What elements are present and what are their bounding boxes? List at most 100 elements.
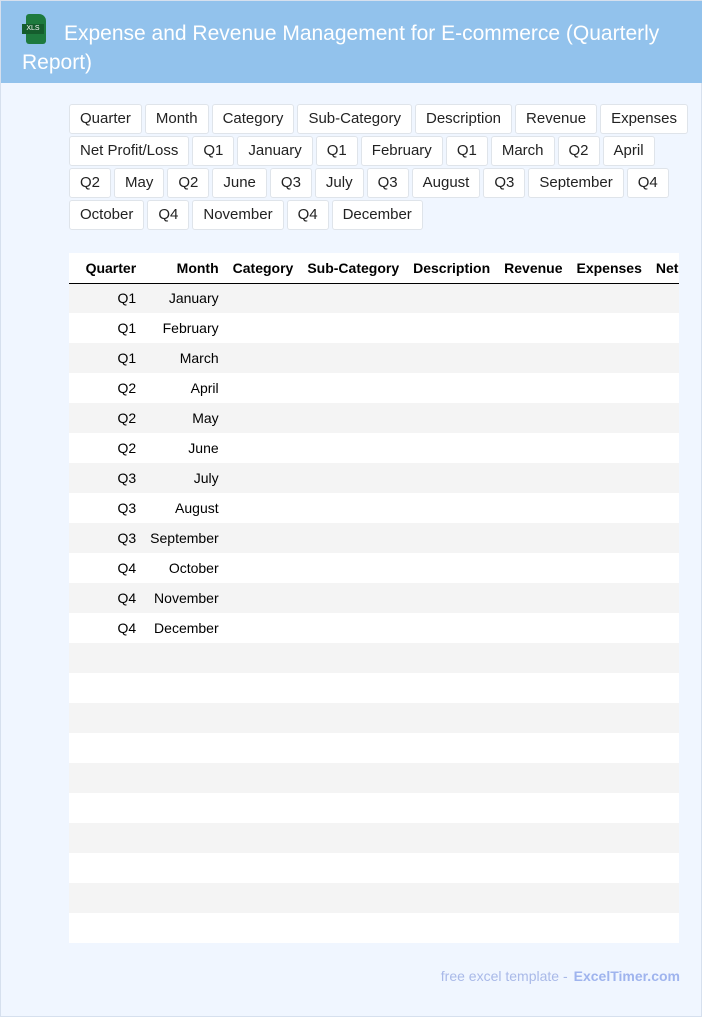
column-header[interactable]: Quarter xyxy=(69,253,144,284)
page-title: Expense and Revenue Management for E-com… xyxy=(22,22,660,74)
tag[interactable]: Expenses xyxy=(600,104,688,134)
xls-file-icon: XLS xyxy=(22,14,46,44)
tag[interactable]: Sub-Category xyxy=(297,104,412,134)
table-cell xyxy=(649,433,679,463)
footer-brand-link[interactable]: ExcelTimer.com xyxy=(574,968,680,984)
table-cell xyxy=(226,553,301,583)
tag[interactable]: April xyxy=(602,136,655,166)
table-cell: Q4 xyxy=(117,590,137,606)
table-cell xyxy=(300,493,406,523)
table-cell xyxy=(497,523,569,553)
data-table-scroll[interactable]: Quarter Month Category Sub-Category Descript… xyxy=(69,253,679,943)
table-cell xyxy=(406,343,497,373)
tag[interactable]: Q1 xyxy=(315,136,358,166)
table-cell xyxy=(497,643,569,673)
table-cell xyxy=(300,823,406,853)
table-cell xyxy=(497,763,569,793)
tag[interactable]: Q4 xyxy=(147,200,190,230)
footer-text: free excel template - xyxy=(440,968,568,984)
data-table: Quarter Month Category Sub-Category Descript… xyxy=(69,253,679,943)
tag[interactable]: Q1 xyxy=(445,136,488,166)
tag[interactable]: Category xyxy=(211,104,295,134)
table-cell xyxy=(649,403,679,433)
table-cell xyxy=(143,673,225,703)
tag[interactable]: Q4 xyxy=(286,200,329,230)
table-cell xyxy=(143,703,225,733)
column-header[interactable]: Revenue xyxy=(497,253,570,284)
tag[interactable]: Description xyxy=(415,104,513,134)
table-cell xyxy=(143,763,225,793)
table-cell xyxy=(497,733,569,763)
tag[interactable]: December xyxy=(331,200,423,230)
tag[interactable]: Net Profit/Loss xyxy=(69,136,190,166)
table-cell xyxy=(649,853,679,883)
table-cell xyxy=(69,793,143,823)
column-header[interactable]: Description xyxy=(406,253,498,284)
table-cell xyxy=(69,913,143,943)
tag[interactable]: Q2 xyxy=(167,168,210,198)
footer: free excel template - ExcelTimer.com xyxy=(441,968,680,984)
table-cell xyxy=(570,433,649,463)
table-cell: April xyxy=(190,380,219,396)
table-cell xyxy=(649,763,679,793)
table-cell xyxy=(300,763,406,793)
tag[interactable]: Quarter xyxy=(69,104,142,134)
tag[interactable]: October xyxy=(69,200,145,230)
table-cell xyxy=(570,373,649,403)
table-row: 7Q3August xyxy=(69,493,679,523)
tag[interactable]: May xyxy=(114,168,165,198)
column-header[interactable]: Sub-Category xyxy=(300,253,407,284)
tag[interactable]: Q4 xyxy=(626,168,669,198)
table-cell xyxy=(226,523,301,553)
tag[interactable]: Month xyxy=(144,104,209,134)
table-cell xyxy=(226,643,301,673)
table-cell xyxy=(226,583,301,613)
table-cell xyxy=(226,283,301,313)
column-header[interactable]: Net Profit/Loss xyxy=(648,253,679,284)
table-row: 1Q1February xyxy=(69,313,679,343)
tag[interactable]: September xyxy=(528,168,624,198)
table-cell xyxy=(226,613,301,643)
table-cell xyxy=(497,613,569,643)
tag[interactable]: June xyxy=(212,168,267,198)
tag[interactable]: November xyxy=(192,200,284,230)
table-cell xyxy=(497,493,569,523)
table-cell: June xyxy=(188,440,219,456)
table-cell: Q1 xyxy=(117,320,137,336)
tag[interactable]: Q2 xyxy=(557,136,600,166)
tag[interactable]: July xyxy=(314,168,364,198)
table-cell xyxy=(226,733,301,763)
tag[interactable]: March xyxy=(490,136,555,166)
tag[interactable]: February xyxy=(360,136,443,166)
table-cell xyxy=(300,733,406,763)
table-cell xyxy=(497,373,569,403)
table-row: 16 xyxy=(69,763,679,793)
table-cell xyxy=(69,763,143,793)
column-tags: Quarter Month Category Sub-Category Descript… xyxy=(69,104,694,230)
table-cell xyxy=(649,373,679,403)
tag[interactable]: January xyxy=(237,136,313,166)
table-row: 8Q3September xyxy=(69,523,679,553)
table-cell xyxy=(226,913,301,943)
table-cell xyxy=(497,793,569,823)
table-cell xyxy=(649,823,679,853)
column-header[interactable]: Expenses xyxy=(569,253,649,284)
tag[interactable]: Revenue xyxy=(515,104,598,134)
table-cell xyxy=(649,913,679,943)
table-cell xyxy=(570,553,649,583)
column-header[interactable]: Month xyxy=(143,253,226,284)
tag[interactable]: August xyxy=(411,168,481,198)
tag[interactable]: Q3 xyxy=(269,168,312,198)
tag[interactable]: Q1 xyxy=(192,136,235,166)
tag[interactable]: Q3 xyxy=(366,168,409,198)
tag[interactable]: Q2 xyxy=(69,168,112,198)
column-header[interactable]: Category xyxy=(225,253,301,284)
table-cell xyxy=(570,763,649,793)
table-row: 21 xyxy=(69,913,679,943)
table-cell xyxy=(143,913,225,943)
table-cell: Q1 xyxy=(117,350,137,366)
tag[interactable]: Q3 xyxy=(483,168,526,198)
table-cell xyxy=(226,853,301,883)
table-cell xyxy=(300,373,406,403)
table-cell xyxy=(649,523,679,553)
